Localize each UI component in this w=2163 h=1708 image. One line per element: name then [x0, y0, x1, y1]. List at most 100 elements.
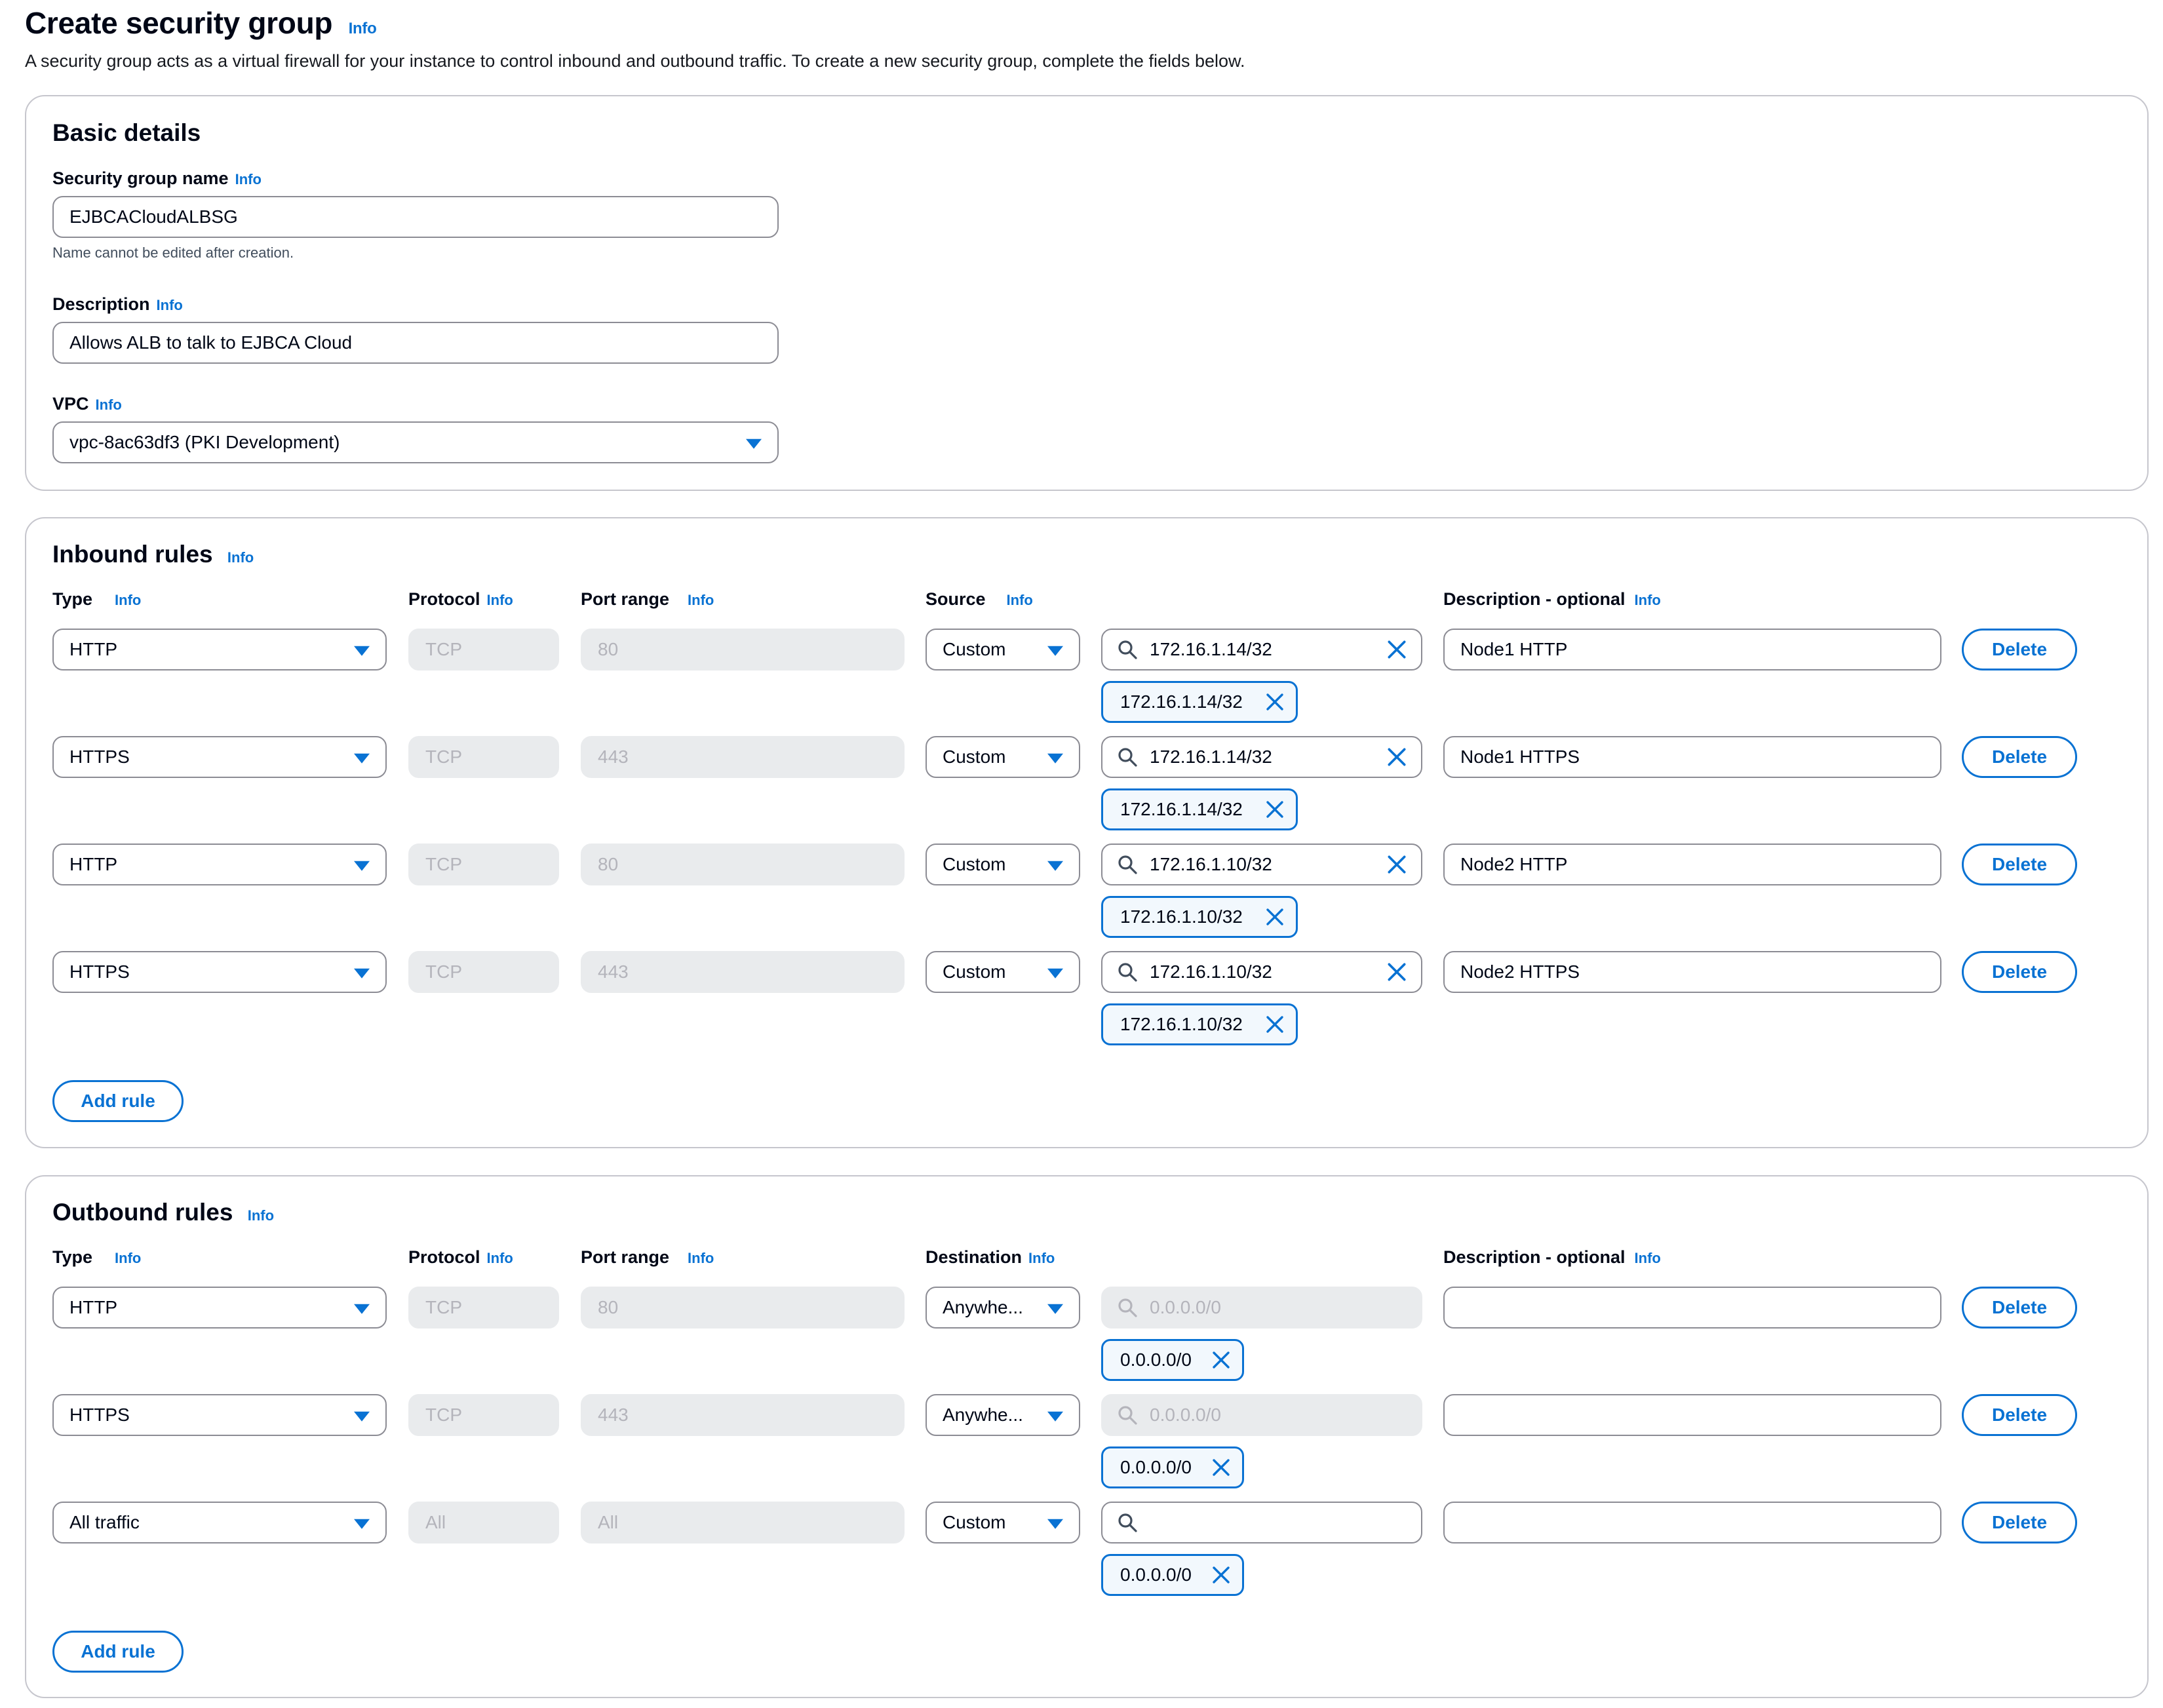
- inbound-rule-1-description-input[interactable]: Node1 HTTP: [1443, 629, 1941, 670]
- inbound-rule-1-cidr-value: 172.16.1.14/32: [1150, 639, 1272, 659]
- caret-down-icon: [354, 861, 370, 871]
- inbound-rule-4-protocol-field: TCP: [408, 951, 559, 993]
- outbound-rule-3-port-field: All: [581, 1502, 905, 1543]
- remove-token-icon[interactable]: [1211, 1349, 1232, 1370]
- clear-icon[interactable]: [1386, 853, 1408, 876]
- remove-token-icon[interactable]: [1264, 691, 1285, 712]
- inbound-description-info-link[interactable]: Info: [1635, 592, 1661, 608]
- outbound-rule-1-description-input[interactable]: [1443, 1287, 1941, 1329]
- inbound-rule-3-source-value: Custom: [943, 854, 1006, 874]
- outbound-rule-2-delete-button[interactable]: Delete: [1962, 1394, 2077, 1436]
- inbound-rules-info-link[interactable]: Info: [227, 549, 254, 566]
- remove-token-icon[interactable]: [1211, 1457, 1232, 1478]
- inbound-rule-2-source-select[interactable]: Custom: [926, 736, 1080, 778]
- outbound-rule-2-description-input[interactable]: [1443, 1394, 1941, 1436]
- inbound-rules-title-text: Inbound rules: [52, 541, 213, 568]
- remove-token-icon[interactable]: [1264, 906, 1285, 927]
- outbound-rule-1-destination-select[interactable]: Anywhe...: [926, 1287, 1080, 1329]
- outbound-protocol-info-link[interactable]: Info: [487, 1250, 513, 1266]
- inbound-rule-4-description-input[interactable]: Node2 HTTPS: [1443, 951, 1941, 993]
- security-group-name-input[interactable]: EJBCACloudALBSG: [52, 196, 779, 238]
- inbound-rule-1-type-select[interactable]: HTTP: [52, 629, 387, 670]
- outbound-rule-3-type-select[interactable]: All traffic: [52, 1502, 387, 1543]
- description-info-link[interactable]: Info: [157, 297, 183, 313]
- clear-icon[interactable]: [1386, 638, 1408, 661]
- search-icon: [1117, 639, 1138, 660]
- inbound-rule-1-cidr-token-label: 172.16.1.14/32: [1120, 691, 1243, 712]
- inbound-type-info-link[interactable]: Info: [115, 592, 141, 608]
- inbound-rule-3-delete-button[interactable]: Delete: [1962, 844, 2077, 885]
- outbound-header-port-text: Port range: [581, 1247, 670, 1267]
- remove-token-icon[interactable]: [1264, 799, 1285, 820]
- inbound-rule-4-cidr-search[interactable]: 172.16.1.10/32: [1101, 951, 1422, 993]
- vpc-label-text: VPC: [52, 394, 89, 414]
- inbound-header-port: Port range Info: [581, 589, 714, 610]
- inbound-rule-3-source-select[interactable]: Custom: [926, 844, 1080, 885]
- outbound-rule-1-port-field: 80: [581, 1287, 905, 1329]
- inbound-port-info-link[interactable]: Info: [688, 592, 714, 608]
- inbound-rule-1-delete-button[interactable]: Delete: [1962, 629, 2077, 670]
- outbound-rules-panel: Outbound rules Info Type Info Protocol Inf…: [25, 1175, 2149, 1698]
- search-icon: [1117, 961, 1138, 982]
- outbound-rule-2-port-field: 443: [581, 1394, 905, 1436]
- inbound-rule-4-source-select[interactable]: Custom: [926, 951, 1080, 993]
- inbound-rule-2-cidr-search[interactable]: 172.16.1.14/32: [1101, 736, 1422, 778]
- security-group-name-label: Security group name Info: [52, 168, 262, 189]
- outbound-rule-1-cidr-token-label: 0.0.0.0/0: [1120, 1349, 1192, 1370]
- inbound-rule-2-protocol-value: TCP: [425, 747, 462, 767]
- inbound-rule-3-description-input[interactable]: Node2 HTTP: [1443, 844, 1941, 885]
- remove-token-icon[interactable]: [1264, 1014, 1285, 1035]
- inbound-rule-2-description-input[interactable]: Node1 HTTPS: [1443, 736, 1941, 778]
- inbound-rule-1-cidr-search[interactable]: 172.16.1.14/32: [1101, 629, 1422, 670]
- security-group-name-info-link[interactable]: Info: [235, 171, 262, 187]
- description-input[interactable]: Allows ALB to talk to EJBCA Cloud: [52, 322, 779, 364]
- inbound-rule-4-delete-button[interactable]: Delete: [1962, 951, 2077, 993]
- outbound-port-info-link[interactable]: Info: [688, 1250, 714, 1266]
- outbound-description-info-link[interactable]: Info: [1635, 1250, 1661, 1266]
- inbound-rule-2-description-value: Node1 HTTPS: [1460, 747, 1580, 767]
- page-title-info-link[interactable]: Info: [349, 20, 377, 37]
- inbound-rule-4-port-value: 443: [598, 961, 629, 982]
- outbound-rule-3-description-input[interactable]: [1443, 1502, 1941, 1543]
- caret-down-icon: [354, 968, 370, 979]
- outbound-rule-2-cidr-token-label: 0.0.0.0/0: [1120, 1457, 1192, 1477]
- outbound-destination-info-link[interactable]: Info: [1028, 1250, 1055, 1266]
- clear-icon[interactable]: [1386, 746, 1408, 768]
- outbound-rule-1-cidr-token: 0.0.0.0/0: [1101, 1339, 1244, 1381]
- outbound-rules-info-link[interactable]: Info: [248, 1207, 274, 1224]
- inbound-rule-2-delete-button[interactable]: Delete: [1962, 736, 2077, 778]
- outbound-rule-2-type-select[interactable]: HTTPS: [52, 1394, 387, 1436]
- outbound-header-port: Port range Info: [581, 1247, 714, 1268]
- inbound-rule-3-type-select[interactable]: HTTP: [52, 844, 387, 885]
- inbound-rule-2-port-field: 443: [581, 736, 905, 778]
- outbound-add-rule-button[interactable]: Add rule: [52, 1631, 184, 1673]
- outbound-rule-3-destination-select[interactable]: Custom: [926, 1502, 1080, 1543]
- outbound-rule-2-destination-select[interactable]: Anywhe...: [926, 1394, 1080, 1436]
- caret-down-icon: [1047, 646, 1063, 656]
- inbound-rule-4-type-select[interactable]: HTTPS: [52, 951, 387, 993]
- outbound-rule-3-delete-button[interactable]: Delete: [1962, 1502, 2077, 1543]
- inbound-source-info-link[interactable]: Info: [1007, 592, 1033, 608]
- clear-icon[interactable]: [1386, 961, 1408, 983]
- vpc-select[interactable]: vpc-8ac63df3 (PKI Development): [52, 421, 779, 463]
- inbound-rule-3-protocol-value: TCP: [425, 854, 462, 874]
- inbound-add-rule-button[interactable]: Add rule: [52, 1080, 184, 1122]
- outbound-rule-1-delete-button[interactable]: Delete: [1962, 1287, 2077, 1329]
- description-value: Allows ALB to talk to EJBCA Cloud: [69, 332, 353, 353]
- security-group-name-label-text: Security group name: [52, 168, 229, 188]
- inbound-protocol-info-link[interactable]: Info: [487, 592, 513, 608]
- vpc-info-link[interactable]: Info: [96, 397, 122, 413]
- outbound-rule-2-port-value: 443: [598, 1405, 629, 1425]
- inbound-rule-1-source-select[interactable]: Custom: [926, 629, 1080, 670]
- inbound-rule-3-description-value: Node2 HTTP: [1460, 854, 1568, 874]
- inbound-header-protocol: Protocol Info: [408, 589, 513, 610]
- inbound-rule-3-cidr-search[interactable]: 172.16.1.10/32: [1101, 844, 1422, 885]
- outbound-type-info-link[interactable]: Info: [115, 1250, 141, 1266]
- caret-down-icon: [1047, 1304, 1063, 1314]
- inbound-rule-2-type-select[interactable]: HTTPS: [52, 736, 387, 778]
- outbound-rule-1-type-select[interactable]: HTTP: [52, 1287, 387, 1329]
- search-icon: [1117, 854, 1138, 875]
- remove-token-icon[interactable]: [1211, 1564, 1232, 1585]
- outbound-rule-3-cidr-search[interactable]: [1101, 1502, 1422, 1543]
- inbound-rule-3-cidr-value: 172.16.1.10/32: [1150, 854, 1272, 874]
